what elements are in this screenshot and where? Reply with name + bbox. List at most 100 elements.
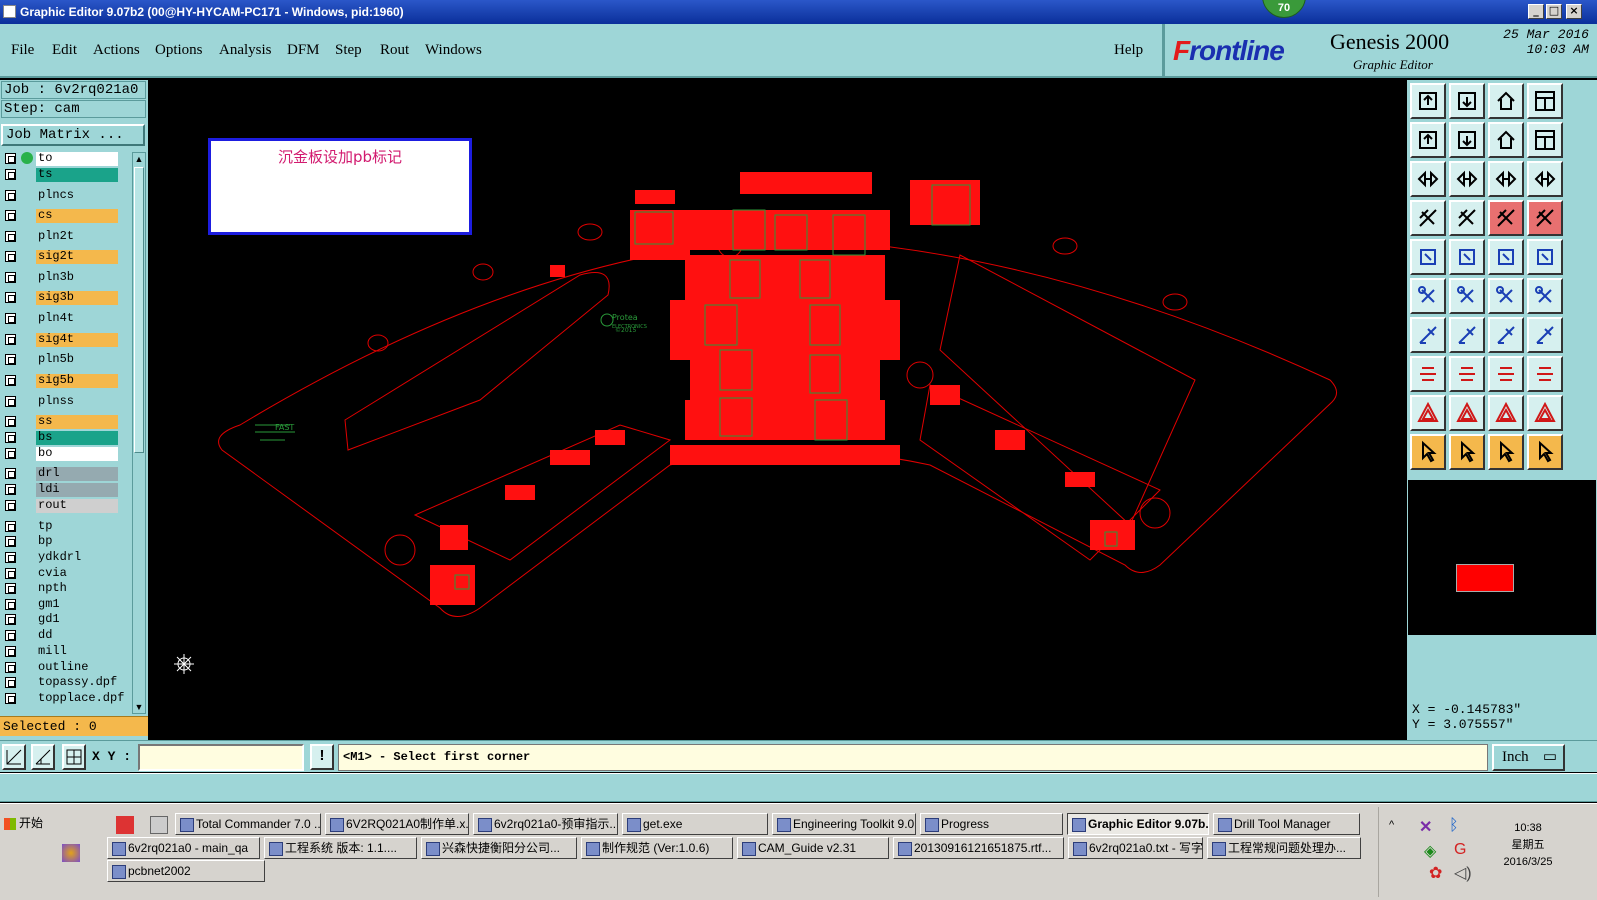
layer-sync2-icon[interactable] (1527, 200, 1563, 236)
select-arrow-icon[interactable] (1410, 434, 1446, 470)
layer-row-bo[interactable]: bo (1, 447, 121, 461)
grid-toggle-icon[interactable] (1449, 200, 1485, 236)
select-touch-icon[interactable] (1488, 434, 1524, 470)
taskbar-button-row3-0[interactable]: pcbnet2002 (107, 860, 265, 882)
layer-name[interactable]: bp (36, 535, 118, 549)
move-node-icon[interactable] (1410, 278, 1446, 314)
menu-rout[interactable]: Rout (380, 42, 409, 59)
layer-name[interactable]: mill (36, 645, 118, 659)
layer-checkbox[interactable] (5, 210, 16, 221)
layer-row-cs[interactable]: cs (1, 209, 121, 223)
fill-icon[interactable] (1527, 239, 1563, 275)
layer-scrollbar[interactable]: ▲ ▼ (132, 152, 146, 714)
layer-checkbox[interactable] (5, 153, 16, 164)
layer-checkbox[interactable] (5, 536, 16, 547)
layer-name[interactable]: pln4t (36, 312, 118, 326)
layer-row-ts[interactable]: ts (1, 168, 121, 182)
layer-row-pln2t[interactable]: pln2t (1, 230, 121, 244)
connect2-icon[interactable] (1527, 278, 1563, 314)
layer-name[interactable]: sig4t (36, 333, 118, 347)
layer-name[interactable]: gm1 (36, 598, 118, 612)
menu-edit[interactable]: Edit (52, 42, 77, 59)
add-shape-icon[interactable] (1449, 239, 1485, 275)
redraw-icon[interactable] (1488, 122, 1524, 158)
layer-checkbox[interactable] (5, 169, 16, 180)
layer-name[interactable]: ts (36, 168, 118, 182)
polygon-outline-icon[interactable] (1527, 395, 1563, 431)
layer-row-mill[interactable]: mill (1, 645, 121, 659)
zoom-center-icon[interactable] (1449, 161, 1485, 197)
layer-row-pln4t[interactable]: pln4t (1, 312, 121, 326)
layer-checkbox[interactable] (5, 646, 16, 657)
taskbar-button-row2-1[interactable]: 工程系统 版本: 1.1.... (264, 837, 417, 859)
layer-checkbox[interactable] (5, 231, 16, 242)
layer-name[interactable]: cs (36, 209, 118, 223)
layer-checkbox[interactable] (5, 568, 16, 579)
taskbar-button-row1-5[interactable]: Progress (920, 813, 1063, 835)
layer-checkbox[interactable] (5, 432, 16, 443)
scroll-up-icon[interactable]: ▲ (133, 153, 145, 165)
layer-checkbox[interactable] (5, 272, 16, 283)
layer-name[interactable]: outline (36, 661, 118, 675)
add-pad-icon[interactable] (1410, 239, 1446, 275)
menu-step[interactable]: Step (335, 42, 362, 59)
layer-row-gd1[interactable]: gd1 (1, 613, 121, 627)
taskbar-button-row2-2[interactable]: 兴森快捷衡阳分公司... (421, 837, 577, 859)
layer-row-plncs[interactable]: plncs (1, 189, 121, 203)
layer-name[interactable]: sig2t (36, 250, 118, 264)
layer-row-to[interactable]: to (1, 152, 121, 166)
layer-checkbox[interactable] (5, 583, 16, 594)
taskbar-button-row2-0[interactable]: 6v2rq021a0 - main_qa (107, 837, 260, 859)
title-bar[interactable]: Graphic Editor 9.07b2 (00@HY-HYCAM-PC171… (0, 0, 1597, 24)
layer-row-gm1[interactable]: gm1 (1, 598, 121, 612)
taskbar-button-row2-3[interactable]: 制作规范 (Ver:1.0.6) (581, 837, 733, 859)
layer-name[interactable]: ldi (36, 483, 118, 497)
layer-checkbox[interactable] (5, 484, 16, 495)
slice-icon[interactable] (1449, 317, 1485, 353)
taskbar-button-row2-4[interactable]: CAM_Guide v2.31 (737, 837, 889, 859)
layer-name[interactable]: to (36, 152, 118, 166)
measure-icon[interactable] (31, 744, 55, 770)
layer-checkbox[interactable] (5, 599, 16, 610)
taskbar-button-row1-3[interactable]: get.exe (622, 813, 768, 835)
layer-checkbox[interactable] (5, 500, 16, 511)
layer-name[interactable]: drl (36, 467, 118, 481)
menu-windows[interactable]: Windows (425, 42, 482, 59)
quicklaunch-doc-icon[interactable] (150, 816, 168, 834)
layer-row-outline[interactable]: outline (1, 661, 121, 675)
grid-icon[interactable] (62, 744, 86, 770)
job-matrix-button[interactable]: Job Matrix ... (1, 124, 145, 146)
shield-icon[interactable]: ◈ (1424, 841, 1436, 861)
layer-name[interactable]: plncs (36, 189, 118, 203)
layer-checkbox[interactable] (5, 416, 16, 427)
layer-checkbox[interactable] (5, 313, 16, 324)
layer-checkbox[interactable] (5, 292, 16, 303)
layer-row-topassy-dpf[interactable]: topassy.dpf (1, 676, 121, 690)
info-button[interactable]: ! (310, 744, 334, 770)
line-edit-icon[interactable] (1410, 317, 1446, 353)
layer-row-tp[interactable]: tp (1, 520, 121, 534)
copy-icon[interactable] (1527, 356, 1563, 392)
minimize-button[interactable]: _ (1528, 4, 1544, 19)
layer-row-ss[interactable]: ss (1, 415, 121, 429)
layer-checkbox[interactable] (5, 190, 16, 201)
pan-left-icon[interactable] (1410, 122, 1446, 158)
layer-row-sig2t[interactable]: sig2t (1, 250, 121, 264)
taskbar-button-row1-2[interactable]: 6v2rq021a0-预审指示... (473, 813, 618, 835)
help-icon[interactable] (1527, 161, 1563, 197)
layer-checkbox[interactable] (5, 630, 16, 641)
layer-name[interactable]: bo (36, 447, 118, 461)
tray-expand-icon[interactable]: ^ (1389, 819, 1394, 831)
overview-window[interactable] (1408, 480, 1596, 635)
menu-analysis[interactable]: Analysis (219, 42, 272, 59)
layer-row-ydkdrl[interactable]: ydkdrl (1, 551, 121, 565)
measure-tool-icon[interactable] (1410, 200, 1446, 236)
home-icon[interactable] (1488, 83, 1524, 119)
layer-checkbox[interactable] (5, 614, 16, 625)
layer-row-npth[interactable]: npth (1, 582, 121, 596)
xy-input[interactable] (138, 744, 304, 771)
menu-actions[interactable]: Actions (93, 42, 140, 59)
taskbar-button-row2-7[interactable]: 工程常规问题处理办... (1207, 837, 1361, 859)
unit-selector[interactable]: Inch ▭ (1492, 744, 1565, 771)
layer-checkbox[interactable] (5, 693, 16, 704)
